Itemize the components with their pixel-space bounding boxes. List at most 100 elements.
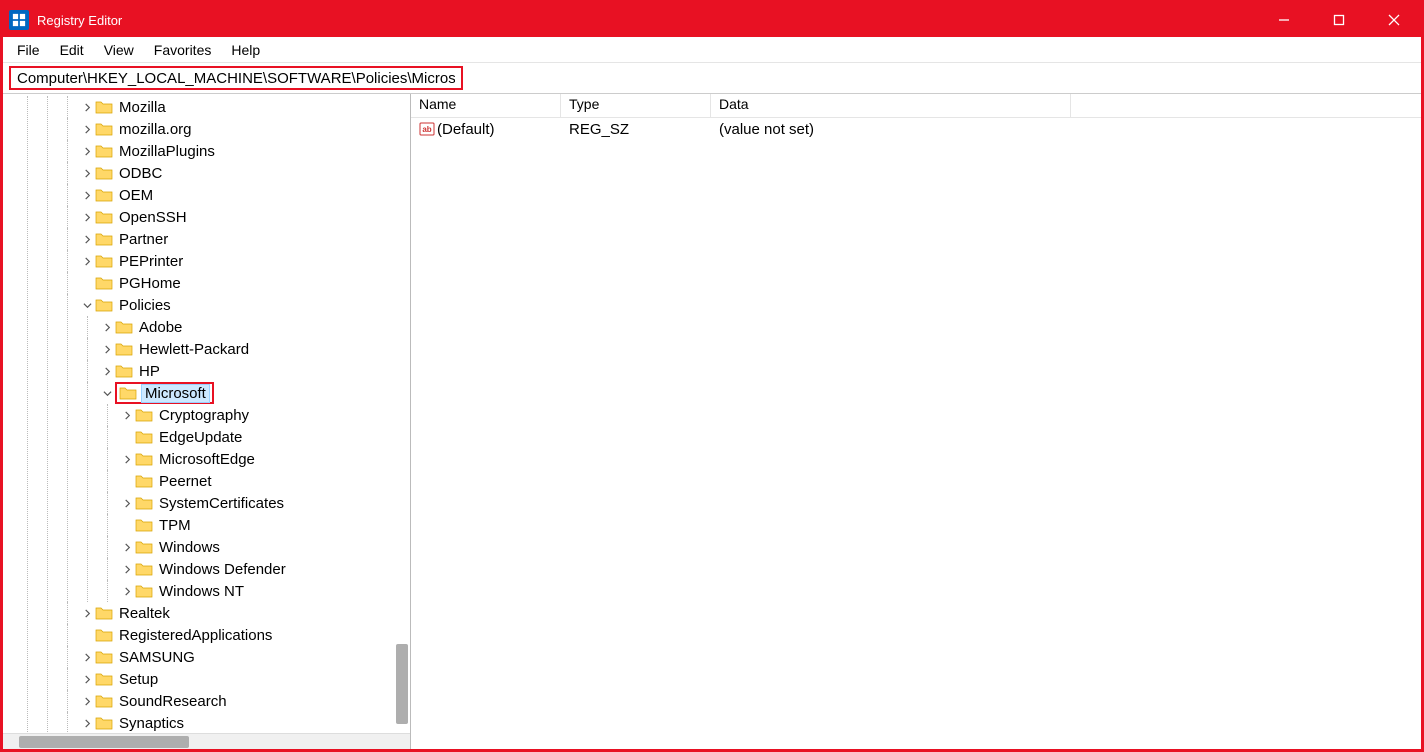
tree-item-peernet[interactable]: Peernet bbox=[119, 470, 410, 492]
close-button[interactable] bbox=[1366, 3, 1421, 37]
folder-icon bbox=[95, 254, 113, 268]
tree-item-pghome[interactable]: PGHome bbox=[79, 272, 410, 294]
tree-item-registeredapplications[interactable]: RegisteredApplications bbox=[79, 624, 410, 646]
chevron-down-icon[interactable] bbox=[99, 385, 115, 401]
tree-item-realtek[interactable]: Realtek bbox=[79, 602, 410, 624]
chevron-right-icon[interactable] bbox=[119, 451, 135, 467]
folder-icon bbox=[135, 584, 153, 598]
horizontal-scrollbar[interactable] bbox=[3, 733, 410, 749]
folder-icon bbox=[135, 430, 153, 444]
chevron-right-icon[interactable] bbox=[79, 99, 95, 115]
tree-item-systemcertificates[interactable]: SystemCertificates bbox=[119, 492, 410, 514]
tree-item-mozillaplugins[interactable]: MozillaPlugins bbox=[79, 140, 410, 162]
tree-item-synaptics[interactable]: Synaptics bbox=[79, 712, 410, 733]
chevron-right-icon[interactable] bbox=[79, 121, 95, 137]
folder-icon bbox=[115, 342, 133, 356]
list-header: Name Type Data bbox=[411, 94, 1421, 118]
folder-icon bbox=[135, 408, 153, 422]
tree-item-microsoft[interactable]: Microsoft bbox=[99, 382, 410, 404]
tree-item-partner[interactable]: Partner bbox=[79, 228, 410, 250]
tree-item-hewlett-packard[interactable]: Hewlett-Packard bbox=[99, 338, 410, 360]
tree-item-odbc[interactable]: ODBC bbox=[79, 162, 410, 184]
chevron-right-icon[interactable] bbox=[79, 187, 95, 203]
folder-icon bbox=[115, 364, 133, 378]
tree-view[interactable]: Mozilla mozilla.org MozillaPlugins ODBC … bbox=[3, 94, 410, 733]
vertical-scrollbar-thumb[interactable] bbox=[396, 644, 408, 724]
folder-icon bbox=[135, 562, 153, 576]
tree-item-cryptography[interactable]: Cryptography bbox=[119, 404, 410, 426]
address-input[interactable] bbox=[15, 69, 457, 88]
folder-icon bbox=[135, 518, 153, 532]
chevron-right-icon[interactable] bbox=[79, 165, 95, 181]
tree-item-label-selected: Microsoft bbox=[141, 384, 210, 403]
tree-item-microsoftedge[interactable]: MicrosoftEdge bbox=[119, 448, 410, 470]
menu-view[interactable]: View bbox=[94, 40, 144, 60]
folder-icon bbox=[95, 298, 113, 312]
chevron-right-icon[interactable] bbox=[79, 253, 95, 269]
tree-item-oem[interactable]: OEM bbox=[79, 184, 410, 206]
menu-file[interactable]: File bbox=[7, 40, 50, 60]
column-header-type[interactable]: Type bbox=[561, 94, 711, 117]
no-expander bbox=[79, 275, 95, 291]
horizontal-scrollbar-thumb[interactable] bbox=[19, 736, 189, 748]
chevron-right-icon[interactable] bbox=[79, 649, 95, 665]
chevron-right-icon[interactable] bbox=[119, 407, 135, 423]
folder-icon bbox=[95, 672, 113, 686]
tree-item-samsung[interactable]: SAMSUNG bbox=[79, 646, 410, 668]
tree-item-edgeupdate[interactable]: EdgeUpdate bbox=[119, 426, 410, 448]
chevron-right-icon[interactable] bbox=[119, 539, 135, 555]
chevron-down-icon[interactable] bbox=[79, 297, 95, 313]
column-header-data[interactable]: Data bbox=[711, 94, 1071, 117]
value-name: (Default) bbox=[437, 121, 495, 138]
value-data: (value not set) bbox=[711, 121, 1071, 138]
tree-item-adobe[interactable]: Adobe bbox=[99, 316, 410, 338]
menu-favorites[interactable]: Favorites bbox=[144, 40, 222, 60]
tree-item-mozilla-org[interactable]: mozilla.org bbox=[79, 118, 410, 140]
folder-icon bbox=[95, 276, 113, 290]
list-row[interactable]: ab (Default) REG_SZ (value not set) bbox=[411, 118, 1421, 140]
chevron-right-icon[interactable] bbox=[99, 319, 115, 335]
chevron-right-icon[interactable] bbox=[79, 231, 95, 247]
window-title: Registry Editor bbox=[37, 13, 122, 28]
tree-item-windows-nt[interactable]: Windows NT bbox=[119, 580, 410, 602]
tree-item-mozilla[interactable]: Mozilla bbox=[79, 96, 410, 118]
chevron-right-icon[interactable] bbox=[79, 693, 95, 709]
svg-text:ab: ab bbox=[422, 125, 431, 134]
minimize-button[interactable] bbox=[1256, 3, 1311, 37]
chevron-right-icon[interactable] bbox=[79, 671, 95, 687]
chevron-right-icon[interactable] bbox=[119, 583, 135, 599]
tree-item-policies[interactable]: Policies bbox=[79, 294, 410, 316]
title-bar[interactable]: Registry Editor bbox=[3, 3, 1421, 37]
menu-help[interactable]: Help bbox=[221, 40, 270, 60]
maximize-button[interactable] bbox=[1311, 3, 1366, 37]
tree-item-tpm[interactable]: TPM bbox=[119, 514, 410, 536]
list-body[interactable]: ab (Default) REG_SZ (value not set) bbox=[411, 118, 1421, 749]
app-icon bbox=[9, 10, 29, 30]
folder-icon bbox=[95, 628, 113, 642]
value-type: REG_SZ bbox=[561, 121, 711, 138]
folder-icon bbox=[95, 122, 113, 136]
chevron-right-icon[interactable] bbox=[99, 363, 115, 379]
chevron-right-icon[interactable] bbox=[119, 495, 135, 511]
tree-item-openssh[interactable]: OpenSSH bbox=[79, 206, 410, 228]
tree-pane: Mozilla mozilla.org MozillaPlugins ODBC … bbox=[3, 94, 411, 749]
no-expander bbox=[119, 517, 135, 533]
chevron-right-icon[interactable] bbox=[79, 715, 95, 731]
tree-item-windows-defender[interactable]: Windows Defender bbox=[119, 558, 410, 580]
folder-icon bbox=[95, 606, 113, 620]
chevron-right-icon[interactable] bbox=[79, 209, 95, 225]
chevron-right-icon[interactable] bbox=[79, 143, 95, 159]
folder-icon bbox=[135, 452, 153, 466]
column-header-name[interactable]: Name bbox=[411, 94, 561, 117]
chevron-right-icon[interactable] bbox=[119, 561, 135, 577]
chevron-right-icon[interactable] bbox=[79, 605, 95, 621]
tree-item-soundresearch[interactable]: SoundResearch bbox=[79, 690, 410, 712]
tree-item-hp[interactable]: HP bbox=[99, 360, 410, 382]
tree-item-peprinter[interactable]: PEPrinter bbox=[79, 250, 410, 272]
content-area: Mozilla mozilla.org MozillaPlugins ODBC … bbox=[3, 93, 1421, 749]
menu-edit[interactable]: Edit bbox=[50, 40, 94, 60]
values-pane: Name Type Data ab (Default) REG_SZ (valu… bbox=[411, 94, 1421, 749]
tree-item-windows[interactable]: Windows bbox=[119, 536, 410, 558]
tree-item-setup[interactable]: Setup bbox=[79, 668, 410, 690]
chevron-right-icon[interactable] bbox=[99, 341, 115, 357]
